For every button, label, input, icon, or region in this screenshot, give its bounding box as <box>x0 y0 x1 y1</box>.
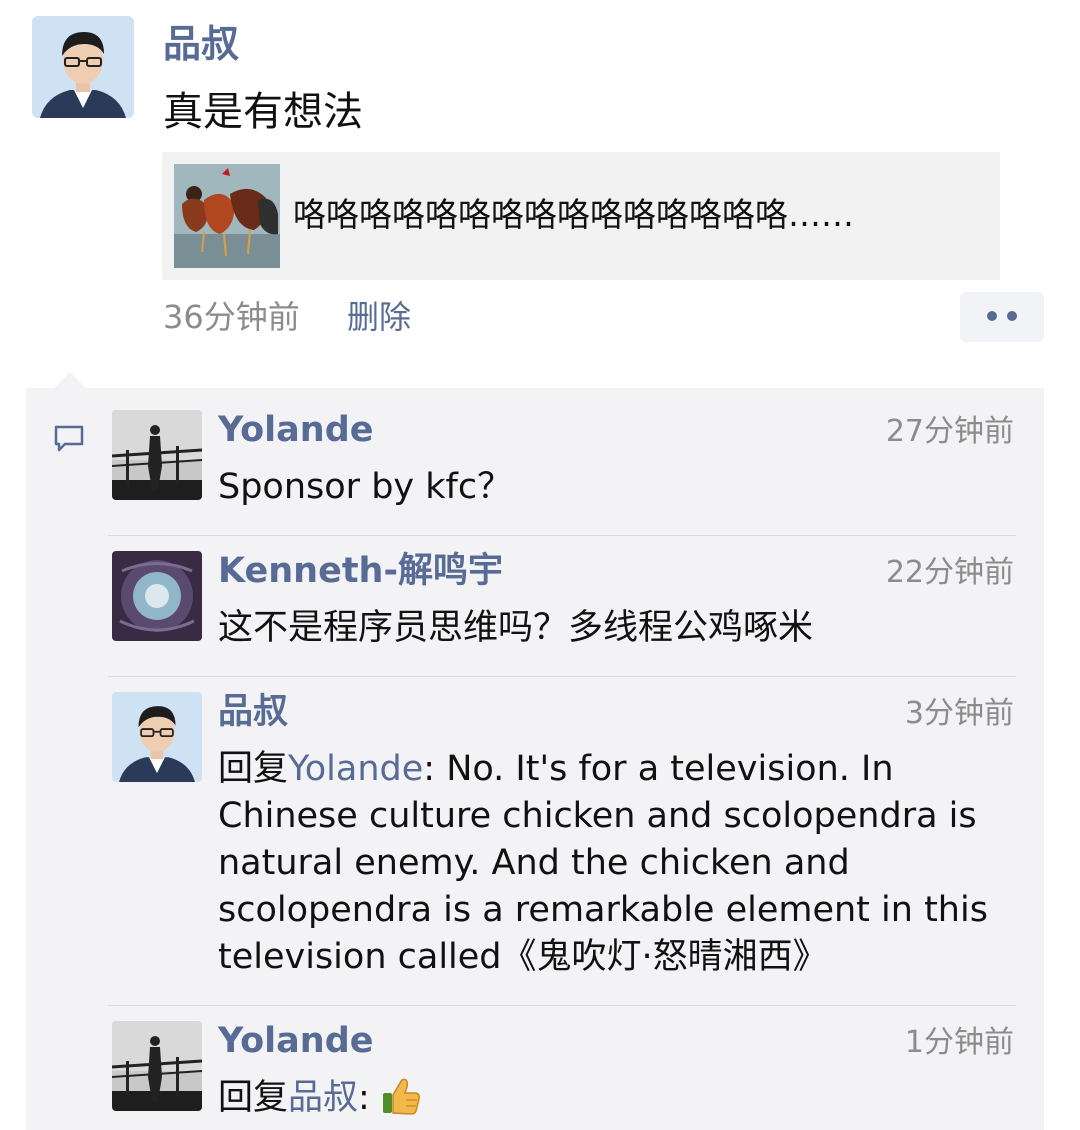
comment-timestamp: 27分钟前 <box>885 414 1014 449</box>
comment-text: 回复品叔: <box>218 1075 1008 1122</box>
commenter-avatar[interactable] <box>112 692 202 782</box>
reply-prefix: 回复 <box>218 749 289 789</box>
thumbs-up-icon <box>382 1078 420 1115</box>
reply-separator: : <box>423 749 436 789</box>
reply-prefix: 回复 <box>218 1078 289 1118</box>
commenter-avatar[interactable] <box>112 551 202 641</box>
more-dot-icon <box>987 311 997 321</box>
comment-item[interactable]: 品叔 3分钟前 回复Yolande: No. It's for a televi… <box>110 692 1016 992</box>
more-dot-icon <box>1007 311 1017 321</box>
commenter-name[interactable]: Kenneth-解鸣宇 <box>218 547 503 595</box>
commenter-avatar[interactable] <box>112 1021 202 1111</box>
post-author-name[interactable]: 品叔 <box>163 18 239 70</box>
comment-bubble-icon <box>54 425 84 452</box>
comment-text: Sponsor by kfc？ <box>218 467 513 507</box>
comment-text: 回复Yolande: No. It's for a television. In… <box>218 746 1008 981</box>
comment-divider <box>108 1005 1016 1006</box>
post-text: 真是有想法 <box>163 89 363 135</box>
comment-item[interactable]: Yolande 27分钟前 Sponsor by kfc？ <box>110 410 1016 510</box>
post-timestamp: 36分钟前 <box>163 298 300 336</box>
comment-divider <box>108 676 1016 677</box>
reply-separator: : <box>358 1078 370 1118</box>
reply-target-name[interactable]: Yolande <box>288 749 423 789</box>
shared-link-card[interactable]: 咯咯咯咯咯咯咯咯咯咯咯咯咯咯咯…… <box>162 152 1000 280</box>
commenter-avatar[interactable] <box>112 410 202 500</box>
comment-timestamp: 1分钟前 <box>904 1025 1014 1060</box>
comment-divider <box>108 535 1016 536</box>
comment-timestamp: 22分钟前 <box>885 555 1014 590</box>
reply-target-name[interactable]: 品叔 <box>288 1078 358 1118</box>
more-actions-button[interactable] <box>960 292 1044 342</box>
comment-item[interactable]: Yolande 1分钟前 回复品叔: <box>110 1021 1016 1121</box>
commenter-name[interactable]: Yolande <box>218 1017 374 1065</box>
comment-item[interactable]: Kenneth-解鸣宇 22分钟前 这不是程序员思维吗？多线程公鸡啄米 <box>110 551 1016 651</box>
commenter-name[interactable]: 品叔 <box>218 688 288 736</box>
link-thumbnail-image <box>174 164 280 268</box>
comment-timestamp: 3分钟前 <box>904 696 1014 731</box>
commenter-name[interactable]: Yolande <box>218 406 374 454</box>
comments-panel-caret <box>54 372 86 388</box>
delete-post-link[interactable]: 删除 <box>347 294 411 340</box>
comment-text: 这不是程序员思维吗？多线程公鸡啄米 <box>218 608 814 648</box>
post-author-avatar[interactable] <box>32 16 134 118</box>
link-title: 咯咯咯咯咯咯咯咯咯咯咯咯咯咯咯…… <box>293 195 854 234</box>
